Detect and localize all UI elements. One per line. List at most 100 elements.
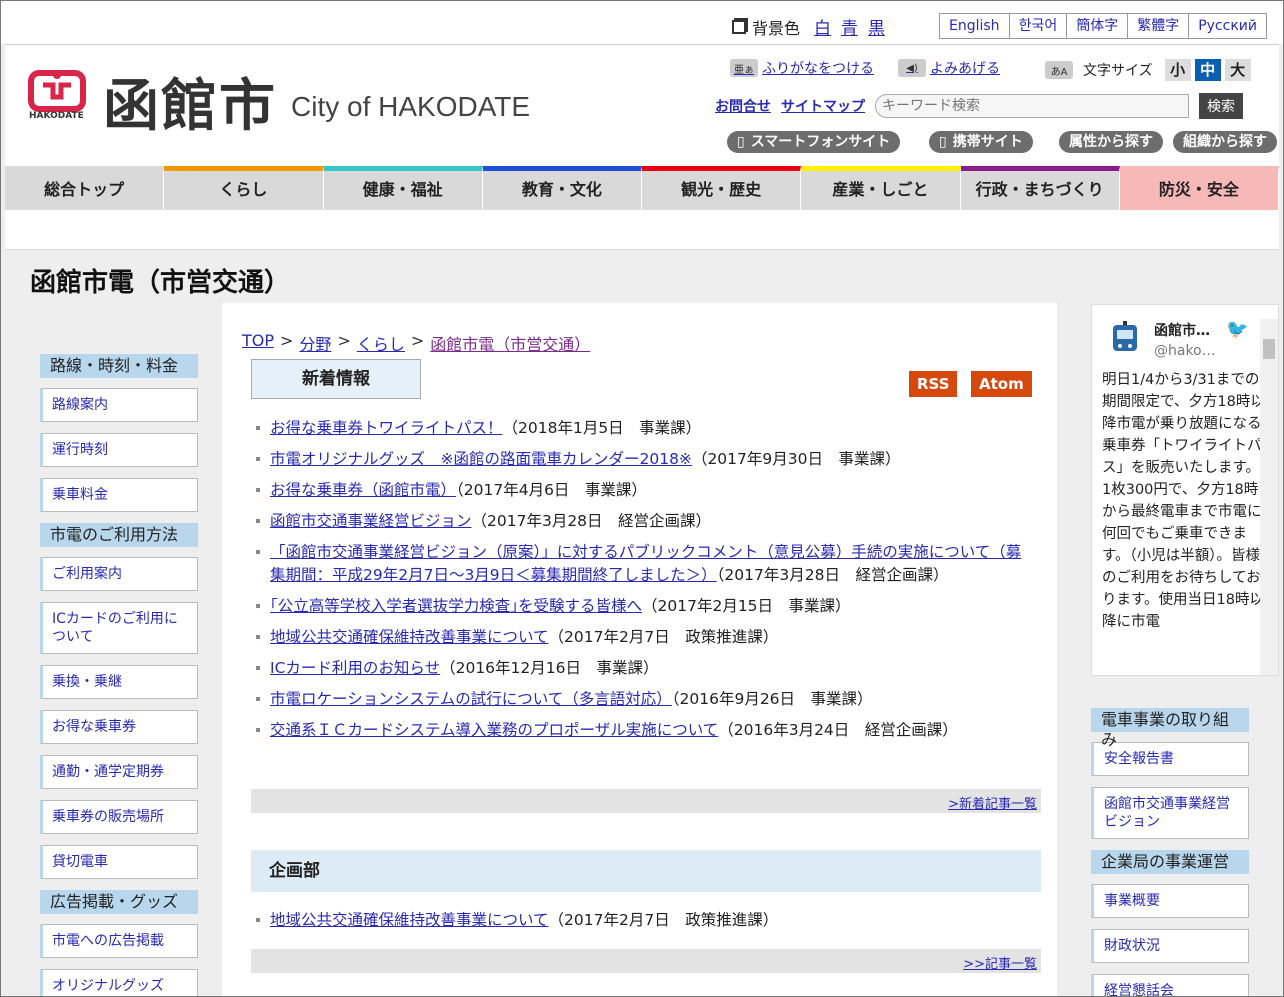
left-sidebar-heading: 広告掲載・グッズ [40, 890, 198, 914]
twitter-bird-icon[interactable]: 🐦 [1226, 319, 1248, 340]
left-sidebar-heading: 路線・時刻・料金 [40, 354, 198, 378]
sitemap-link[interactable]: サイトマップ [781, 96, 865, 116]
lang-russian[interactable]: Русский [1188, 13, 1267, 39]
gnav-item-6[interactable]: 行政・まちづくり [960, 166, 1120, 210]
news-link[interactable]: 地域公共交通確保維持改善事業について [270, 628, 549, 646]
dept-meta: （2017年2月7日 政策推進課） [548, 911, 779, 929]
news-link[interactable]: 交通系ＩＣカードシステム導入業務のプロポーザル実施について [270, 721, 718, 739]
bgcolor-blue[interactable]: 青 [841, 14, 858, 39]
search-by-organization-button[interactable]: 組織から探す [1173, 131, 1277, 153]
bgcolor-white[interactable]: 白 [814, 14, 831, 39]
news-link[interactable]: 函館市交通事業経営ビジョン [270, 512, 472, 530]
gnav-item-7[interactable]: 防災・安全 [1119, 166, 1279, 210]
news-meta: （2017年3月28日 経営企画課） [716, 566, 949, 584]
right-sidebar-item[interactable]: 事業概要 [1091, 884, 1249, 918]
left-sidebar-item[interactable]: オリジナルグッズ [40, 969, 198, 997]
font-size-selector: あA 文字サイズ 小 中 大 [1045, 59, 1251, 81]
news-item: 「函館市交通事業経営ビジョン（原案）」に対するパブリックコメント（意見公募）手続… [256, 541, 1026, 587]
news-more-bar: >新着記事一覧 [251, 789, 1041, 813]
furigana-link[interactable]: 亜ぁ ふりがなをつける [730, 58, 874, 78]
bgcolor-black[interactable]: 黒 [868, 14, 885, 39]
gnav-item-3[interactable]: 教育・文化 [482, 166, 642, 210]
search-input[interactable] [875, 94, 1189, 118]
lang-english[interactable]: English [939, 13, 1010, 39]
twitter-handle[interactable]: @hako… [1154, 343, 1216, 359]
left-sidebar-item[interactable]: 乗車券の販売場所 [40, 800, 198, 834]
top-utility-bar: 背景色 白 青 黒 English 한국어 簡体字 繁體字 Русский [0, 0, 1284, 44]
news-meta: （2017年4月6日 事業課） [456, 481, 647, 499]
news-item: ICカード利用のお知らせ（2016年12月16日 事業課） [256, 657, 1026, 680]
header-spacer [5, 210, 1279, 250]
news-more-link[interactable]: >新着記事一覧 [948, 797, 1037, 812]
left-sidebar-item[interactable]: 通勤・通学定期券 [40, 755, 198, 789]
rss-feed-button[interactable]: RSS [909, 371, 958, 397]
smartphone-icon: ▯ [737, 134, 745, 150]
dept-list: 地域公共交通確保維持改善事業について（2017年2月7日 政策推進課） [256, 909, 1026, 932]
news-link[interactable]: ICカード利用のお知らせ [270, 659, 440, 677]
left-sidebar-item[interactable]: 路線案内 [40, 388, 198, 422]
dept-item: 地域公共交通確保維持改善事業について（2017年2月7日 政策推進課） [256, 909, 1026, 932]
twitter-widget[interactable]: 函館市… @hako… 🐦 明日1/4から3/31までの期間限定で、夕方18時以… [1091, 304, 1279, 676]
left-sidebar-item[interactable]: ご利用案内 [40, 557, 198, 591]
global-navigation: 総合トップ くらし 健康・福祉 教育・文化 観光・歴史 産業・しごと 行政・まちづくり 防災・… [5, 166, 1279, 210]
left-sidebar-item[interactable]: 貸切電車 [40, 845, 198, 879]
dept-link[interactable]: 地域公共交通確保維持改善事業について [270, 911, 549, 929]
gnav-item-1[interactable]: くらし [164, 166, 324, 210]
news-item: お得な乗車券（函館市電）（2017年4月6日 事業課） [256, 479, 1026, 502]
breadcrumb-link[interactable]: 分野 [299, 331, 331, 355]
left-sidebar-item[interactable]: 乗車料金 [40, 478, 198, 512]
right-sidebar-item[interactable]: 財政状況 [1091, 929, 1249, 963]
furigana-icon: 亜ぁ [730, 59, 758, 77]
gnav-item-2[interactable]: 健康・福祉 [323, 166, 483, 210]
news-link[interactable]: お得な乗車券（函館市電） [270, 481, 456, 499]
breadcrumb-link[interactable]: 函館市電（市営交通） [430, 331, 590, 355]
font-size-large[interactable]: 大 [1224, 59, 1251, 81]
site-logo-english[interactable]: City of HAKODATE [291, 91, 530, 123]
left-sidebar-heading: 市電のご利用方法 [40, 523, 198, 547]
news-meta: （2017年3月28日 経営企画課） [471, 512, 712, 530]
speaker-icon: ◀) [898, 59, 926, 77]
left-sidebar-item[interactable]: お得な乗車券 [40, 710, 198, 744]
read-aloud-link[interactable]: ◀) よみあげる [898, 58, 1000, 78]
lang-traditional-chinese[interactable]: 繁體字 [1127, 13, 1190, 39]
font-size-label: 文字サイズ [1083, 63, 1153, 79]
furigana-label: ふりがなをつける [762, 61, 874, 77]
contact-link[interactable]: お問合せ [715, 96, 771, 116]
twitter-account-name[interactable]: 函館市… [1154, 320, 1210, 340]
news-list: お得な乗車券トワイライトパス！（2018年1月5日 事業課） 市電オリジナルグッズ… [256, 417, 1026, 750]
left-sidebar-item[interactable]: 乗換・乗継 [40, 665, 198, 699]
mobile-site-button[interactable]: ▯ 携帯サイト [929, 131, 1033, 153]
gnav-item-0[interactable]: 総合トップ [5, 166, 165, 210]
breadcrumb-link[interactable]: くらし [357, 331, 405, 355]
left-sidebar-item[interactable]: ICカードのご利用について [40, 602, 198, 654]
tab-new-arrivals[interactable]: 新着情報 [251, 359, 421, 399]
mobile-phone-icon: ▯ [939, 134, 947, 150]
gnav-item-5[interactable]: 産業・しごと [801, 166, 961, 210]
left-sidebar-item[interactable]: 市電への広告掲載 [40, 924, 198, 958]
search-by-attribute-button[interactable]: 属性から探す [1059, 131, 1163, 153]
news-link[interactable]: お得な乗車券トワイライトパス！ [270, 419, 503, 437]
news-item: ｢公立高等学校入学者選抜学力検査｣を受験する皆様へ（2017年2月15日 事業課… [256, 595, 1026, 618]
site-header: HAKODATE 函館市 City of HAKODATE 亜ぁ ふりがなをつけ… [5, 44, 1279, 166]
dept-more-link[interactable]: >>記事一覧 [963, 957, 1037, 972]
left-sidebar-item[interactable]: 運行時刻 [40, 433, 198, 467]
font-size-small[interactable]: 小 [1164, 59, 1191, 81]
right-sidebar-item[interactable]: 経営懇話会 [1091, 974, 1249, 997]
lang-simplified-chinese[interactable]: 簡体字 [1066, 13, 1129, 39]
news-link[interactable]: ｢公立高等学校入学者選抜学力検査｣を受験する皆様へ [270, 597, 642, 615]
smartphone-site-label: スマートフォンサイト [750, 134, 891, 150]
lang-korean[interactable]: 한국어 [1008, 13, 1068, 39]
atom-feed-button[interactable]: Atom [971, 371, 1032, 397]
search-button[interactable]: 検索 [1199, 93, 1243, 119]
twitter-scroll-thumb[interactable] [1263, 339, 1275, 359]
font-size-medium[interactable]: 中 [1194, 59, 1221, 81]
breadcrumb-link[interactable]: TOP [242, 331, 274, 355]
gnav-item-4[interactable]: 観光・歴史 [642, 166, 802, 210]
right-sidebar-item[interactable]: 函館市交通事業経営ビジョン [1091, 787, 1249, 839]
site-logo-kanji[interactable]: 函館市 [103, 61, 277, 142]
news-link[interactable]: 市電オリジナルグッズ ※函館の路面電車カレンダー2018※ [270, 450, 692, 468]
smartphone-site-button[interactable]: ▯ スマートフォンサイト [727, 131, 901, 153]
news-link[interactable]: 市電ロケーションシステムの試行について（多言語対応） [270, 690, 672, 708]
left-sidebar: 路線・時刻・料金路線案内運行時刻乗車料金市電のご利用方法ご利用案内 ICカードのご… [40, 354, 198, 997]
twitter-scrollbar[interactable] [1260, 319, 1278, 675]
